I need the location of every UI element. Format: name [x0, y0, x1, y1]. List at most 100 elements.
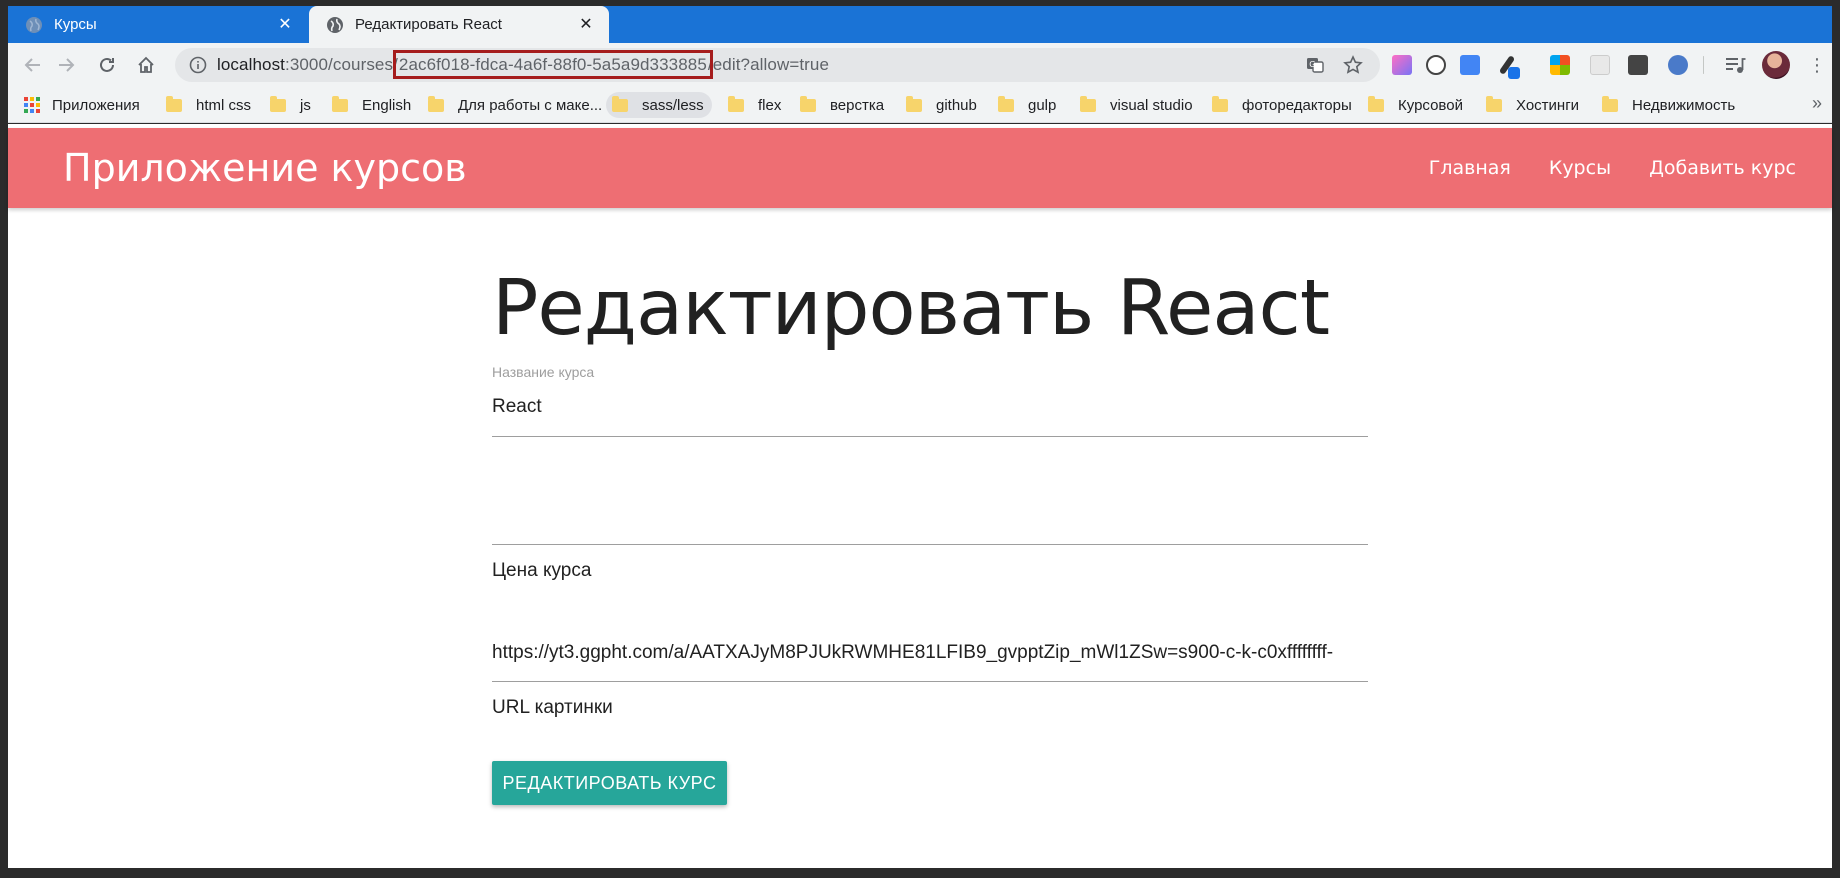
- course-price-label: Цена курса: [492, 560, 592, 581]
- tab-edit-react[interactable]: Редактировать React ✕: [309, 6, 609, 43]
- browser-toolbar: localhost:3000/courses/2ac6f018-fdca-4a6…: [8, 43, 1832, 87]
- course-image-url-underline: [492, 681, 1368, 682]
- nav-link-courses[interactable]: Курсы: [1549, 157, 1611, 179]
- bookmark-label: Курсовой: [1398, 96, 1463, 114]
- folder-icon: [270, 95, 286, 112]
- reload-button[interactable]: [92, 50, 122, 80]
- bookmark-label: gulp: [1028, 96, 1057, 114]
- bookmark-folder[interactable]: flex: [722, 92, 789, 118]
- course-name-input[interactable]: React: [492, 396, 1368, 418]
- folder-icon: [1602, 95, 1618, 112]
- bookmark-label: Недвижимость: [1632, 96, 1736, 114]
- folder-icon: [998, 95, 1014, 112]
- folder-icon: [800, 95, 816, 112]
- page-title: Редактировать React: [492, 264, 1330, 353]
- course-image-url-input[interactable]: https://yt3.ggpht.com/a/AATXAJyM8PJUkRWM…: [492, 642, 1368, 664]
- folder-icon: [1080, 95, 1096, 112]
- course-image-url-label: URL картинки: [492, 697, 613, 718]
- extension-windows-icon[interactable]: [1550, 55, 1570, 75]
- app-nav-links: Главная Курсы Добавить курс: [1391, 128, 1796, 208]
- folder-icon: [1368, 95, 1384, 112]
- reading-list-icon[interactable]: [1724, 55, 1746, 75]
- course-price-input[interactable]: [492, 504, 1368, 540]
- bookmark-label: фоторедакторы: [1242, 96, 1352, 114]
- app-navbar: Приложение курсов Главная Курсы Добавить…: [8, 128, 1832, 208]
- page-viewport: Приложение курсов Главная Курсы Добавить…: [8, 124, 1832, 868]
- url-host: localhost: [217, 55, 285, 74]
- url-text[interactable]: localhost:3000/courses/2ac6f018-fdca-4a6…: [217, 48, 829, 82]
- tab-label: Редактировать React: [355, 16, 502, 33]
- bookmark-label: верстка: [830, 96, 885, 114]
- folder-icon: [906, 95, 922, 112]
- bookmark-folder[interactable]: верстка: [794, 92, 892, 118]
- bookmarks-overflow-button[interactable]: »: [1812, 93, 1822, 114]
- folder-icon: [728, 95, 744, 112]
- nav-link-add-course[interactable]: Добавить курс: [1649, 157, 1796, 179]
- folder-icon: [612, 95, 628, 112]
- arrow-right-icon: [59, 58, 75, 72]
- nav-link-home[interactable]: Главная: [1429, 157, 1511, 179]
- arrow-left-icon: [24, 58, 40, 72]
- bookmark-folder[interactable]: Для работы с маке...: [422, 92, 610, 118]
- course-name-label: Название курса: [492, 364, 595, 380]
- url-path: :3000/courses/: [285, 55, 398, 74]
- app-brand[interactable]: Приложение курсов: [63, 128, 467, 208]
- bookmark-folder[interactable]: Недвижимость: [1596, 92, 1743, 118]
- address-bar[interactable]: localhost:3000/courses/2ac6f018-fdca-4a6…: [175, 48, 1380, 82]
- bookmark-label: English: [362, 96, 412, 114]
- bookmark-folder[interactable]: visual studio: [1074, 92, 1201, 118]
- bookmark-folder[interactable]: English: [326, 92, 419, 118]
- extension-badge-icon: [1508, 67, 1520, 79]
- reload-icon: [100, 57, 114, 72]
- translate-icon[interactable]: G: [1305, 55, 1325, 75]
- edit-course-submit-button[interactable]: Редактировать курс: [492, 761, 727, 805]
- url-course-id-highlight: 2ac6f018-fdca-4a6f-88f0-5a5a9d333885: [392, 50, 713, 79]
- apps-grid-icon: [24, 97, 40, 113]
- toolbar-divider: [1703, 56, 1704, 74]
- course-price-underline: [492, 544, 1368, 545]
- extension-circle-icon[interactable]: [1668, 55, 1688, 75]
- bookmark-label: github: [936, 96, 977, 114]
- bookmark-label: js: [300, 96, 311, 114]
- extension-blank-icon[interactable]: [1590, 55, 1610, 75]
- extension-color-icon[interactable]: [1392, 55, 1412, 75]
- globe-icon: [26, 16, 42, 33]
- bookmark-folder[interactable]: фоторедакторы: [1206, 92, 1360, 118]
- bookmarks-bar: Приложения html css js English Для работ…: [8, 87, 1832, 123]
- home-button[interactable]: [131, 50, 161, 80]
- bookmark-label: Для работы с маке...: [458, 96, 603, 114]
- avatar[interactable]: [1762, 51, 1790, 79]
- folder-icon: [428, 95, 444, 112]
- bookmark-label: flex: [758, 96, 782, 114]
- extension-translate-icon[interactable]: [1460, 55, 1480, 75]
- close-icon[interactable]: ✕: [575, 14, 597, 36]
- star-icon[interactable]: [1343, 55, 1363, 75]
- bookmark-label: Хостинги: [1516, 96, 1580, 114]
- bookmark-label: html css: [196, 96, 252, 114]
- menu-icon[interactable]: ⋮: [1808, 56, 1826, 74]
- extension-eye-icon[interactable]: [1426, 55, 1446, 75]
- bookmark-label: Приложения: [52, 96, 140, 114]
- folder-icon: [1212, 95, 1228, 112]
- bookmark-folder[interactable]: js: [264, 92, 319, 118]
- extension-selenium-icon[interactable]: [1628, 55, 1648, 75]
- bookmark-folder[interactable]: html css: [160, 92, 259, 118]
- bookmark-apps[interactable]: Приложения: [18, 92, 148, 118]
- globe-icon: [327, 16, 343, 33]
- forward-button[interactable]: [51, 50, 81, 80]
- bookmark-folder[interactable]: github: [900, 92, 985, 118]
- folder-icon: [1486, 95, 1502, 112]
- bookmark-folder-selected[interactable]: sass/less: [606, 92, 712, 118]
- folder-icon: [332, 95, 348, 112]
- bookmark-folder[interactable]: gulp: [992, 92, 1064, 118]
- svg-text:G: G: [1309, 60, 1315, 69]
- info-icon[interactable]: [189, 56, 207, 74]
- back-button[interactable]: [18, 50, 48, 80]
- close-icon[interactable]: ✕: [274, 14, 296, 36]
- tab-courses[interactable]: Курсы ✕: [8, 6, 308, 43]
- folder-icon: [166, 95, 182, 112]
- bookmark-folder[interactable]: Курсовой: [1362, 92, 1471, 118]
- bookmark-folder[interactable]: Хостинги: [1480, 92, 1587, 118]
- url-suffix: /edit?allow=true: [707, 55, 830, 74]
- browser-tab-strip: Курсы ✕ Редактировать React ✕: [8, 6, 1832, 43]
